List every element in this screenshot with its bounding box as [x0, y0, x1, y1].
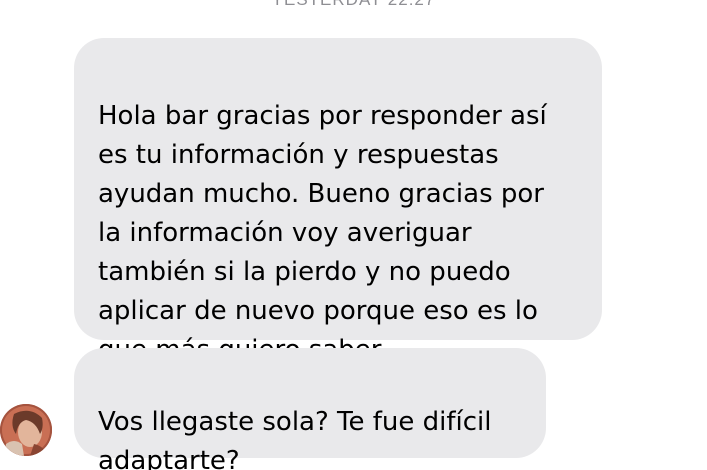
incoming-message-bubble[interactable]: Vos llegaste sola? Te fue difícil adapta… — [74, 348, 546, 470]
message-text: Vos llegaste sola? Te fue difícil adapta… — [98, 407, 492, 470]
contact-avatar[interactable] — [0, 404, 52, 456]
avatar-photo-icon — [0, 404, 52, 456]
message-timestamp: YESTERDAY 22:27 — [0, 0, 707, 10]
incoming-message-bubble[interactable]: Hola bar gracias por responder así es tu… — [74, 38, 602, 365]
message-text: Hola bar gracias por responder así es tu… — [98, 101, 547, 365]
